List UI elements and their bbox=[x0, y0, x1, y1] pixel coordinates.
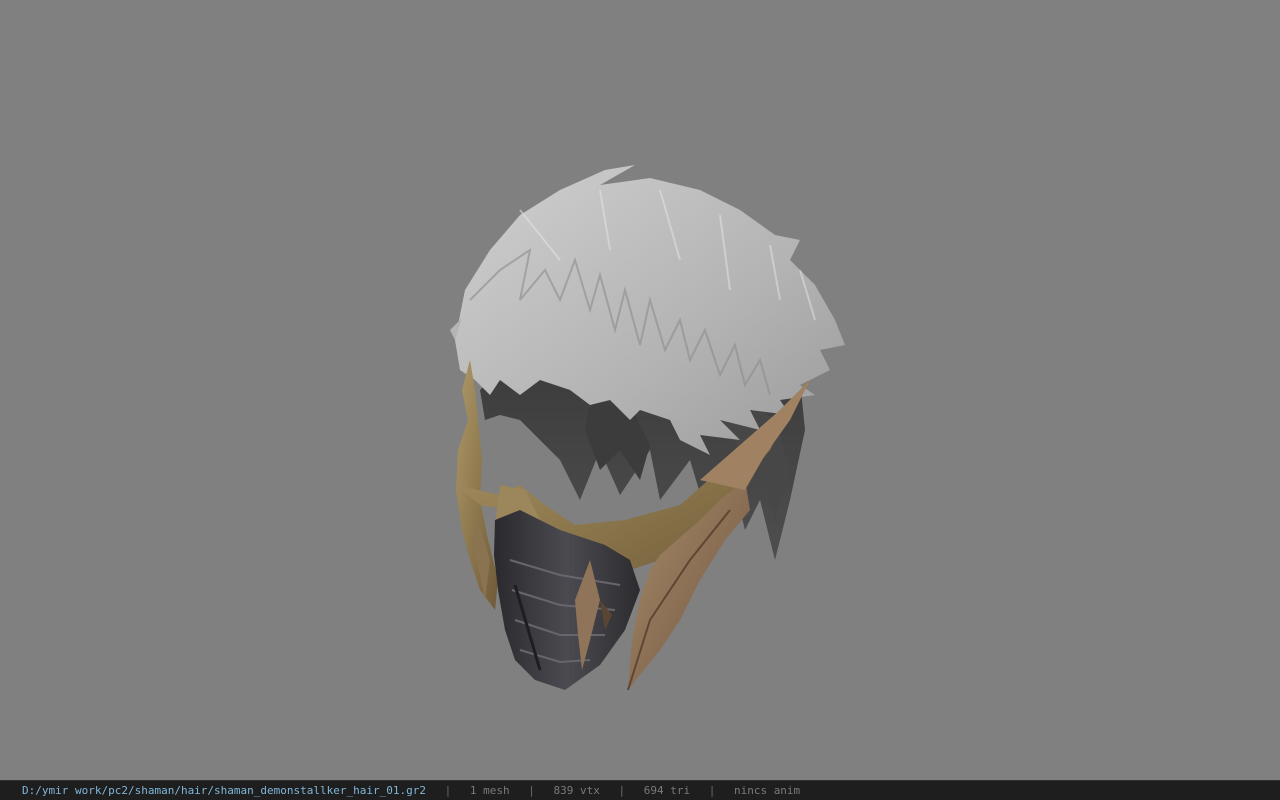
model-viewport[interactable] bbox=[0, 0, 1280, 780]
file-path: D:/ymir work/pc2/shaman/hair/shaman_demo… bbox=[22, 784, 426, 797]
separator: | bbox=[528, 784, 535, 797]
vertex-count: 839 vtx bbox=[553, 784, 600, 797]
separator: | bbox=[618, 784, 626, 797]
triangle-count: 694 tri bbox=[643, 784, 691, 797]
animation-status: nincs anim bbox=[733, 784, 801, 797]
hair-mask-model bbox=[450, 165, 845, 691]
separator: | bbox=[708, 784, 716, 797]
separator: | bbox=[444, 784, 452, 797]
status-bar: D:/ymir work/pc2/shaman/hair/shaman_demo… bbox=[0, 780, 1280, 800]
mesh-count: 1 mesh bbox=[469, 784, 510, 797]
